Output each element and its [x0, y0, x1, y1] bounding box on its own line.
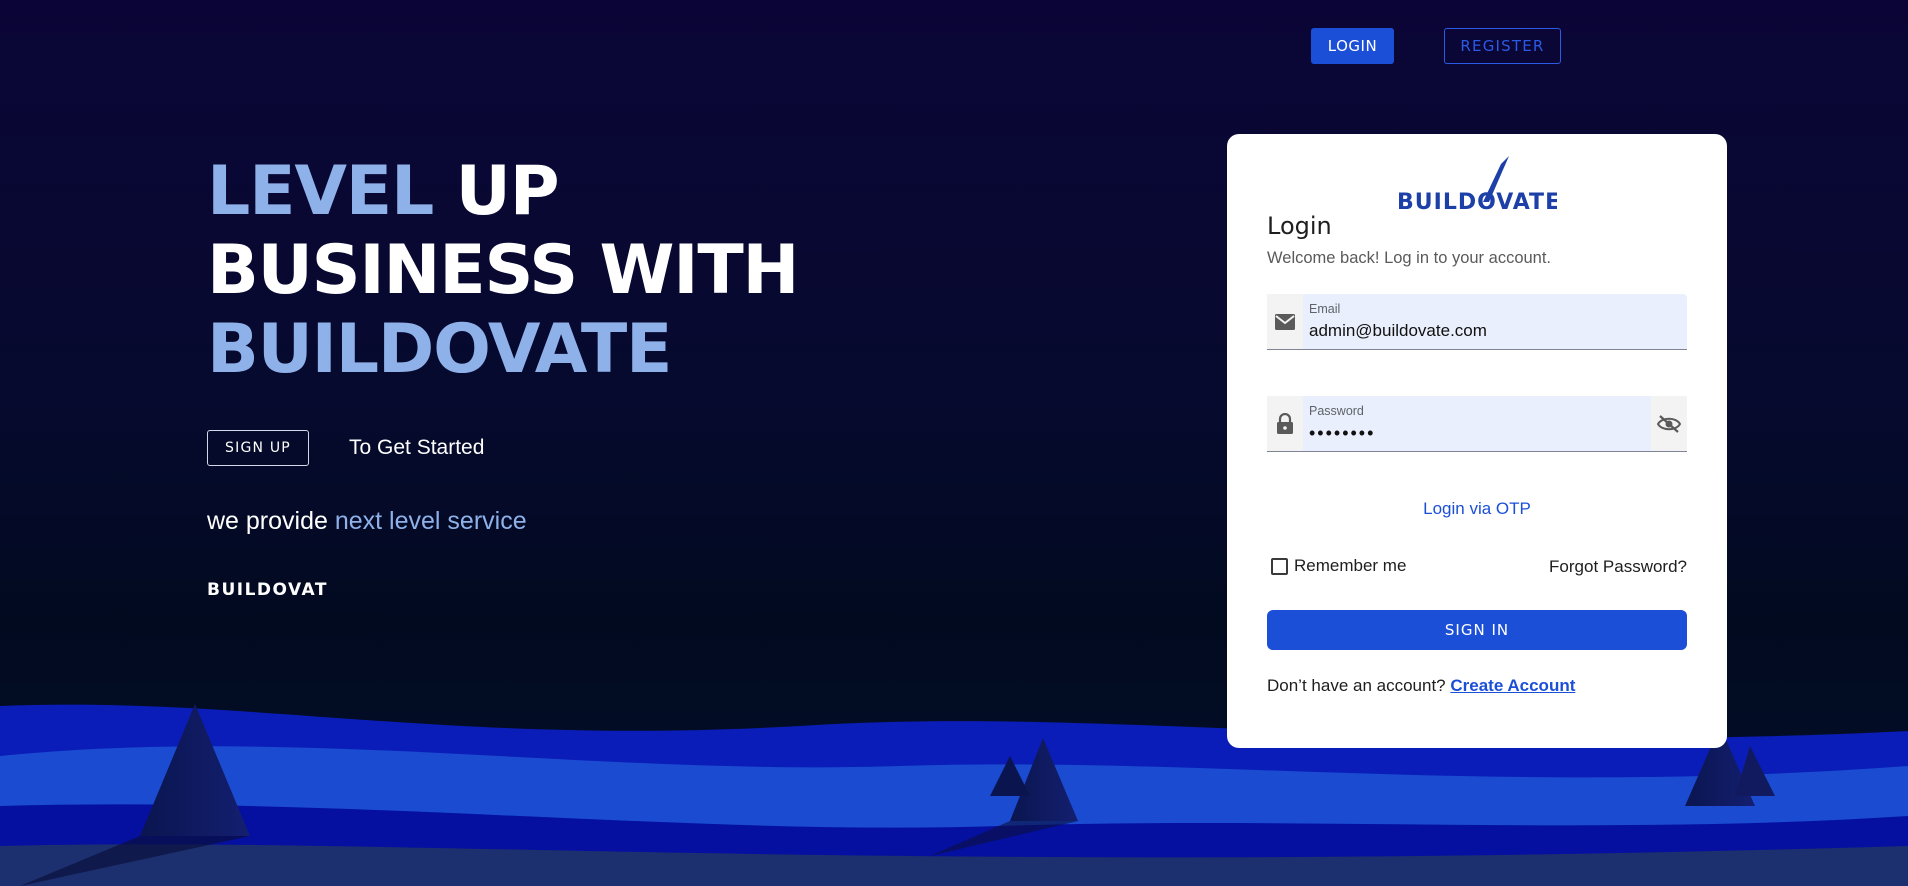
tagline-prefix: we provide — [207, 507, 335, 535]
hero-accent-level: LEVEL — [207, 152, 434, 231]
signup-row: SIGN UP To Get Started — [207, 430, 484, 466]
forgot-password-link[interactable]: Forgot Password? — [1549, 557, 1687, 577]
login-card: BUILDOVATE Login Welcome back! Log in to… — [1227, 134, 1727, 748]
login-nav-button[interactable]: LOGIN — [1311, 28, 1394, 64]
login-title: Login — [1267, 212, 1332, 240]
hero-headline: LEVEL UP BUSINESS WITH BUILDOVATE — [207, 152, 799, 389]
no-account-row: Don’t have an account? Create Account — [1267, 676, 1575, 696]
email-field[interactable]: Email — [1267, 294, 1687, 350]
brand-logo-text: BUILDOVATE — [1397, 190, 1557, 212]
hero-text-business: BUSINESS WITH — [207, 231, 799, 310]
brand-logo-small-text: BUILDOVATE — [207, 580, 329, 599]
login-subtitle: Welcome back! Log in to your account. — [1267, 249, 1552, 267]
email-input[interactable] — [1309, 320, 1639, 342]
password-label: Password — [1309, 404, 1364, 418]
register-nav-button[interactable]: REGISTER — [1444, 28, 1561, 64]
password-input[interactable] — [1309, 422, 1639, 444]
email-label: Email — [1309, 302, 1341, 316]
brand-logo: BUILDOVATE — [1397, 154, 1560, 217]
password-field[interactable]: Password — [1267, 396, 1687, 452]
hero-text-up: UP — [433, 152, 560, 231]
hero-accent-buildovate: BUILDOVATE — [207, 310, 673, 389]
tagline-accent: next level service — [334, 507, 527, 535]
remember-me-label: Remember me — [1294, 556, 1407, 575]
visibility-off-icon[interactable] — [1651, 396, 1687, 451]
login-via-otp-link[interactable]: Login via OTP — [1227, 499, 1727, 519]
checkbox-box[interactable] — [1271, 557, 1288, 575]
sign-in-button[interactable]: SIGN IN — [1267, 610, 1687, 650]
remember-me-checkbox[interactable]: Remember me — [1271, 556, 1406, 576]
get-started-text: To Get Started — [349, 436, 485, 459]
brand-logo-small: BUILDOVATE — [207, 577, 340, 604]
top-nav: LOGIN REGISTER — [1311, 28, 1561, 64]
tagline: we provide next level service — [207, 507, 527, 536]
mail-icon — [1267, 294, 1303, 349]
no-account-text: Don’t have an account? — [1267, 676, 1446, 695]
sign-up-button[interactable]: SIGN UP — [207, 430, 309, 466]
lock-icon — [1267, 396, 1303, 451]
create-account-link[interactable]: Create Account — [1450, 676, 1575, 695]
